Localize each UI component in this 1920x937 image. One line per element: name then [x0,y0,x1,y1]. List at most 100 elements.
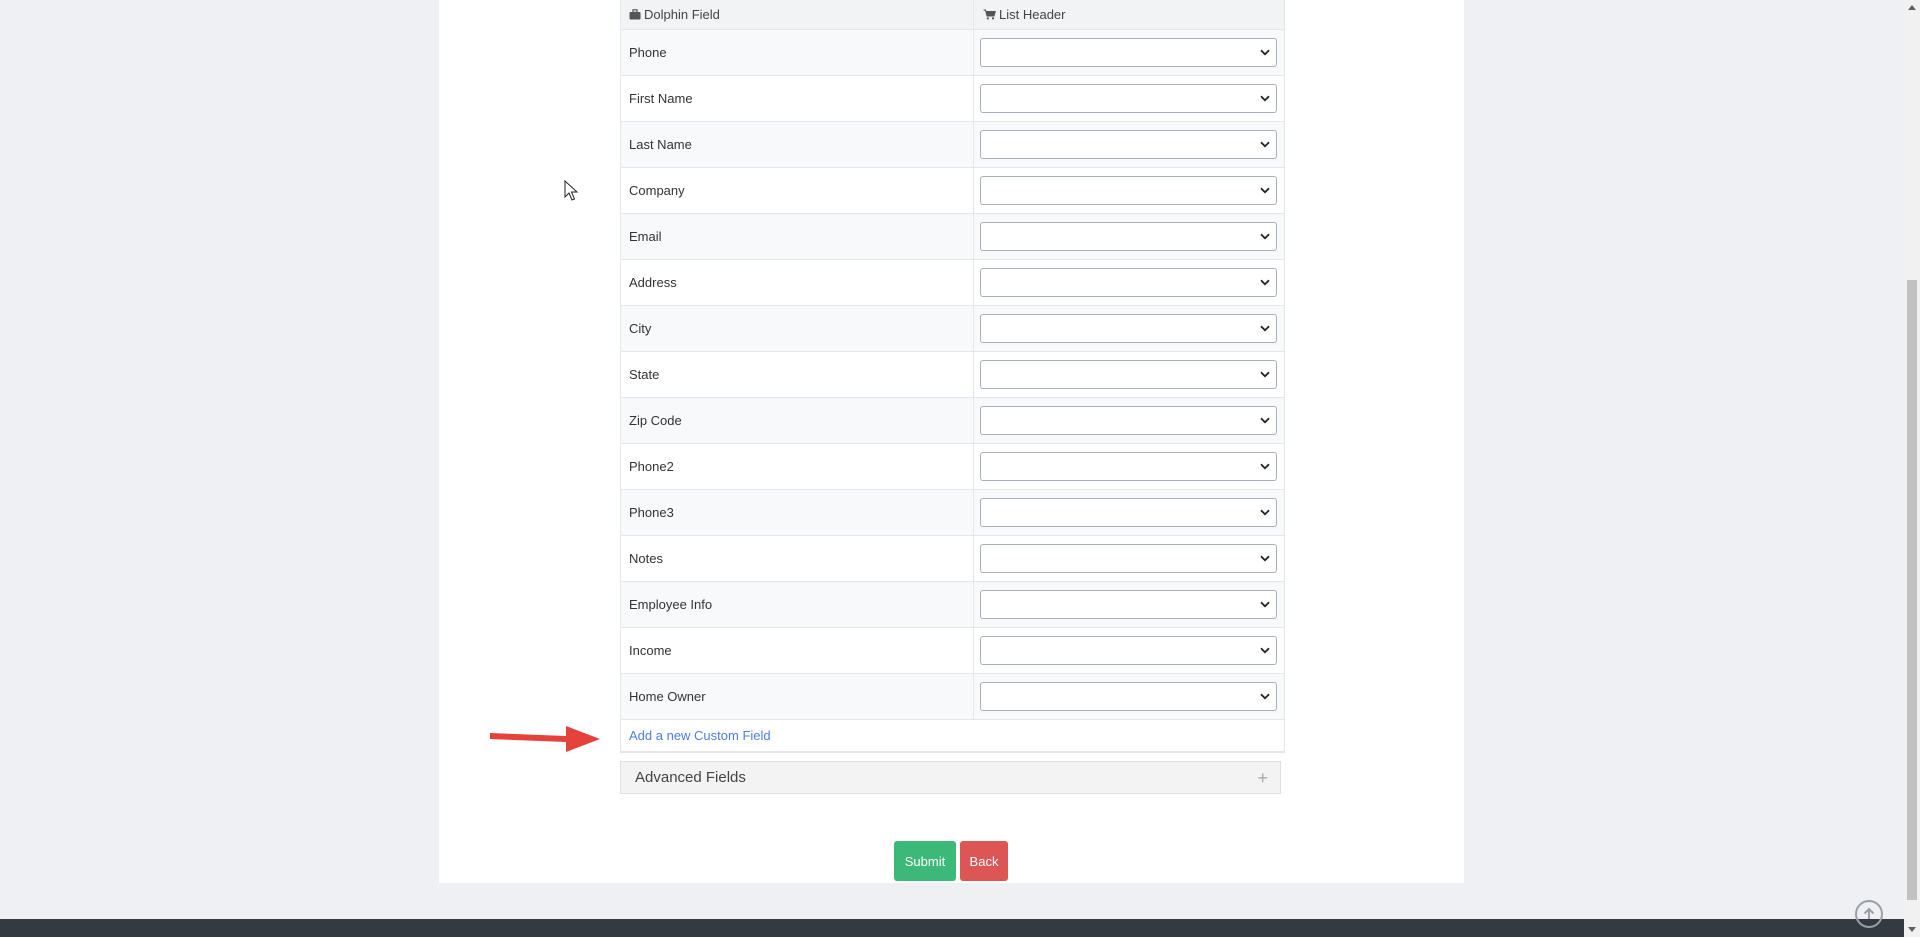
list-header-select[interactable] [980,452,1277,481]
header-col2-label: List Header [999,7,1066,22]
list-header-select[interactable] [980,268,1277,297]
table-row: Employee Info [621,582,1284,628]
select-cell [974,30,1284,75]
chevron-down-icon [1260,141,1270,148]
header-col1-label: Dolphin Field [644,7,720,22]
chevron-down-icon [1260,49,1270,56]
cart-icon [983,9,996,20]
annotation-arrow-icon [490,726,600,752]
chevron-down-icon [1260,325,1270,332]
table-row: Phone3 [621,490,1284,536]
list-header-select[interactable] [980,360,1277,389]
select-cell [974,122,1284,167]
chevron-down-icon [1260,509,1270,516]
list-header-select[interactable] [980,176,1277,205]
select-cell [974,260,1284,305]
chevron-down-icon [1260,233,1270,240]
table-row: Email [621,214,1284,260]
list-header-select[interactable] [980,130,1277,159]
advanced-fields-panel[interactable]: Advanced Fields + [620,761,1281,794]
table-row: Notes [621,536,1284,582]
chevron-down-icon [1260,601,1270,608]
field-label: Phone3 [621,490,974,535]
briefcase-icon [629,9,641,20]
list-header-select[interactable] [980,84,1277,113]
field-label: Income [621,628,974,673]
field-label: Phone2 [621,444,974,489]
chevron-down-icon [1260,417,1270,424]
field-label: Notes [621,536,974,581]
chevron-down-icon [1260,463,1270,470]
select-cell [974,674,1284,719]
header-list-header: List Header [974,0,1284,29]
list-header-select[interactable] [980,590,1277,619]
table-row: First Name [621,76,1284,122]
scroll-down-arrow-icon[interactable] [1908,927,1916,932]
select-cell [974,168,1284,213]
add-custom-field-link[interactable]: Add a new Custom Field [629,728,771,743]
add-custom-field-row: Add a new Custom Field [621,720,1284,752]
back-button[interactable]: Back [960,841,1008,881]
table-row: Address [621,260,1284,306]
arrow-up-icon [1863,907,1875,919]
select-cell [974,444,1284,489]
field-label: Company [621,168,974,213]
chevron-down-icon [1260,279,1270,286]
field-label: State [621,352,974,397]
field-label: Last Name [621,122,974,167]
vertical-scrollbar[interactable] [1904,0,1920,937]
list-header-select[interactable] [980,222,1277,251]
advanced-fields-title: Advanced Fields [635,769,746,786]
chevron-down-icon [1260,95,1270,102]
select-cell [974,490,1284,535]
list-header-select[interactable] [980,544,1277,573]
list-header-select[interactable] [980,38,1277,67]
chevron-down-icon [1260,647,1270,654]
chevron-down-icon [1260,555,1270,562]
chevron-down-icon [1260,187,1270,194]
select-cell [974,398,1284,443]
select-cell [974,628,1284,673]
chevron-down-icon [1260,371,1270,378]
table-row: Income [621,628,1284,674]
scroll-up-arrow-icon[interactable] [1908,5,1916,10]
scrollbar-thumb[interactable] [1907,280,1917,900]
table-row: State [621,352,1284,398]
table-row: Zip Code [621,398,1284,444]
select-cell [974,536,1284,581]
table-row: Home Owner [621,674,1284,720]
select-cell [974,306,1284,351]
field-label: City [621,306,974,351]
select-cell [974,76,1284,121]
mouse-cursor-icon [564,180,578,201]
select-cell [974,214,1284,259]
list-header-select[interactable] [980,636,1277,665]
table-row: City [621,306,1284,352]
select-cell [974,582,1284,627]
chevron-down-icon [1260,693,1270,700]
field-label: Zip Code [621,398,974,443]
table-row: Last Name [621,122,1284,168]
table-row: Company [621,168,1284,214]
list-header-select[interactable] [980,682,1277,711]
field-label: Address [621,260,974,305]
field-label: Home Owner [621,674,974,719]
header-dolphin-field: Dolphin Field [621,0,974,29]
list-header-select[interactable] [980,406,1277,435]
table-row: Phone [621,30,1284,76]
field-label: Phone [621,30,974,75]
list-header-select[interactable] [980,314,1277,343]
field-label: First Name [621,76,974,121]
page-footer [0,919,1904,937]
table-header: Dolphin Field List Header [621,0,1284,30]
select-cell [974,352,1284,397]
table-body: Phone First Name Last Name Company Email Addr… [621,30,1284,720]
scroll-to-top-button[interactable] [1855,900,1883,928]
table-row: Phone2 [621,444,1284,490]
field-label: Email [621,214,974,259]
list-header-select[interactable] [980,498,1277,527]
field-label: Employee Info [621,582,974,627]
plus-icon[interactable]: + [1257,769,1268,787]
field-mapping-table: Dolphin Field List Header Phone First Nam… [620,0,1285,753]
submit-button[interactable]: Submit [894,841,956,881]
